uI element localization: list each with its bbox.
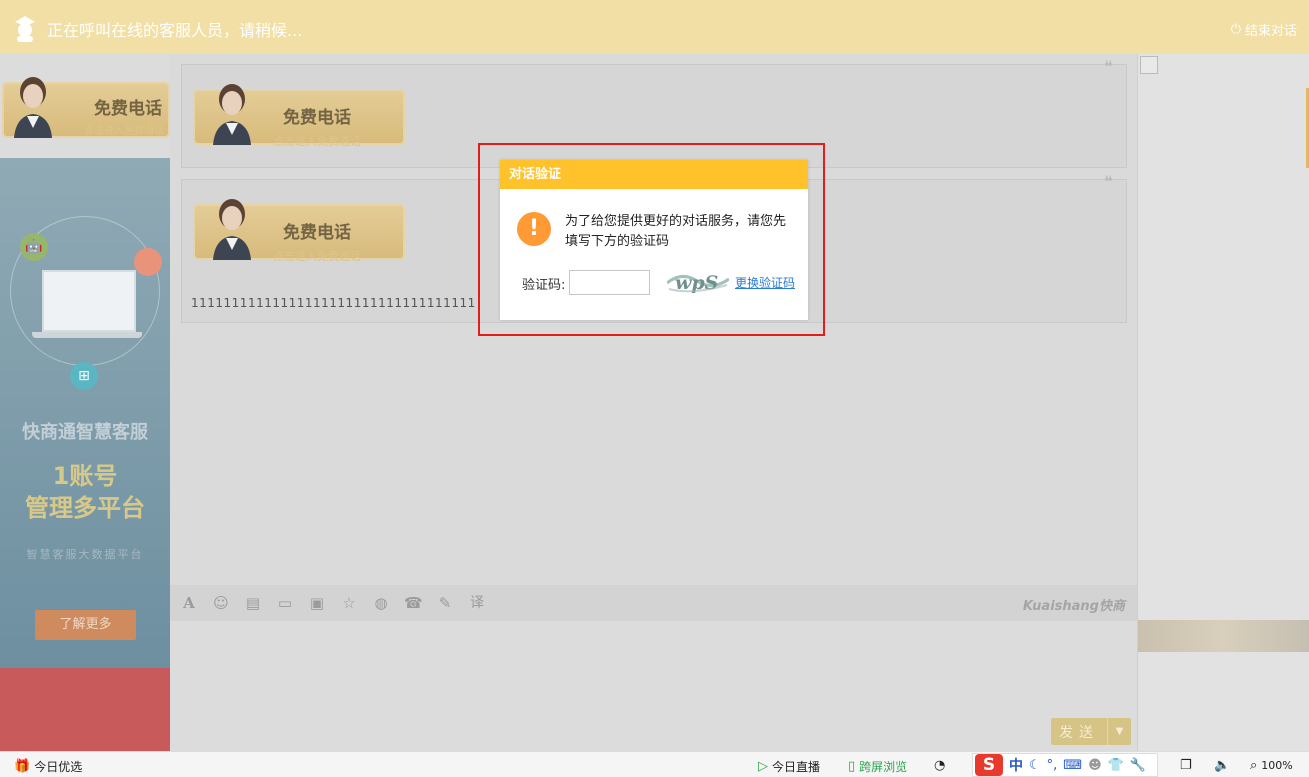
free-call-title: 免费电话 xyxy=(94,99,162,119)
free-call-title: 免费电话 xyxy=(283,223,351,243)
emoji-icon[interactable]: ☺ xyxy=(212,594,230,612)
print-icon[interactable]: ▤ xyxy=(244,594,262,612)
promo-headline: 快商通智慧客服 xyxy=(22,422,148,443)
learn-more-button[interactable]: 了解更多 xyxy=(35,610,136,640)
captcha-image[interactable]: wpS xyxy=(667,269,729,295)
left-sidebar: 免费电话 点击进入免费通话 🤖 ⊞ 快商通智慧客服 1账号 管理多平台 智慧客服… xyxy=(0,54,170,751)
note-icon[interactable]: ✎ xyxy=(436,594,454,612)
zoom-control[interactable]: ⌕ 100% xyxy=(1250,758,1293,773)
chat-header: 正在呼叫在线的客服人员，请稍候... ⏻ 结束对话 xyxy=(0,0,1309,54)
promo-slogan-line1: 1账号 xyxy=(52,462,118,490)
laptop-illustration xyxy=(42,270,136,332)
android-icon: 🤖 xyxy=(20,233,48,261)
brand-logo: Kuaishang快商 xyxy=(1022,599,1125,614)
gift-icon: 🎁 xyxy=(14,759,31,774)
agent-logo-icon xyxy=(15,16,35,42)
send-label: 发送 xyxy=(1059,724,1099,741)
cross-screen-label: 跨屏浏览 xyxy=(859,760,908,774)
cross-screen-button[interactable]: ▯ 跨屏浏览 xyxy=(848,758,907,775)
message-input[interactable]: 发送 ▼ xyxy=(170,621,1137,751)
free-call-button[interactable]: 免费电话 点击进入免费通话 xyxy=(193,77,405,148)
free-call-subtitle: 点击进入免费通话 xyxy=(273,135,361,148)
star-icon[interactable]: ☆ xyxy=(340,594,358,612)
power-icon: ⏻ xyxy=(1230,22,1241,37)
apple-icon xyxy=(134,248,162,276)
screenshot-icon[interactable]: ◍ xyxy=(372,594,390,612)
windows-icon: ⊞ xyxy=(70,362,98,390)
today-picks-button[interactable]: 🎁 今日优选 xyxy=(14,758,82,775)
free-call-subtitle: 点击进入免费通话 xyxy=(84,126,164,137)
laptop-base xyxy=(32,332,142,338)
agent-avatar-icon xyxy=(14,77,52,138)
free-call-button[interactable]: 免费电话 点击进入免费通话 xyxy=(193,192,405,263)
image-icon[interactable]: ▣ xyxy=(308,594,326,612)
captcha-input[interactable] xyxy=(569,270,650,295)
phone-icon[interactable]: ☎ xyxy=(404,594,423,612)
punctuation-icon[interactable]: °, xyxy=(1047,758,1058,773)
window-icon[interactable]: ❐ xyxy=(1180,758,1192,773)
play-icon: ▷ xyxy=(758,759,768,774)
end-chat-label: 结束对话 xyxy=(1244,24,1297,39)
dialog-message: 为了给您提供更好的对话服务，请您先填写下方的验证码 xyxy=(565,214,787,249)
zoom-icon: ⌕ xyxy=(1250,758,1258,773)
font-icon[interactable]: A xyxy=(180,594,198,612)
sidebar-free-call-button[interactable]: 免费电话 点击进入免费通话 xyxy=(2,70,170,138)
mobile-icon: ▯ xyxy=(848,759,856,774)
agent-avatar-icon xyxy=(213,199,251,260)
promo-slogan: 1账号 管理多平台 xyxy=(0,460,170,524)
broken-image-icon xyxy=(1140,56,1158,74)
promo-tagline: 智慧客服大数据平台 xyxy=(26,548,144,561)
agent-avatar-icon xyxy=(213,84,251,145)
message-text: 11111111111111111111111111111111111 xyxy=(191,296,476,310)
browser-statusbar: 🎁 今日优选 ▷ 今日直播 ▯ 跨屏浏览 ◔ S 中 ☾ °, ⌨ ☻ 👕 🔧 … xyxy=(0,751,1309,777)
free-call-title: 免费电话 xyxy=(283,108,351,128)
send-options-icon[interactable]: ▼ xyxy=(1107,718,1131,745)
promo-banner[interactable]: 🤖 ⊞ 快商通智慧客服 1账号 管理多平台 智慧客服大数据平台 了解更多 xyxy=(0,158,170,668)
verification-dialog: 对话验证 ! 为了给您提供更好的对话服务，请您先填写下方的验证码 验证码: wp… xyxy=(500,160,808,320)
refresh-captcha-link[interactable]: 更换验证码 xyxy=(735,274,795,291)
today-live-button[interactable]: ▷ 今日直播 xyxy=(758,758,820,775)
translate-icon[interactable]: 译 xyxy=(468,594,486,612)
today-live-label: 今日直播 xyxy=(772,760,821,774)
today-picks-label: 今日优选 xyxy=(34,760,83,774)
ime-mode[interactable]: 中 xyxy=(1009,755,1023,775)
warning-icon: ! xyxy=(517,212,551,246)
send-button[interactable]: 发送 ▼ xyxy=(1051,718,1131,745)
end-chat-button[interactable]: ⏻ 结束对话 xyxy=(1231,20,1297,39)
captcha-label: 验证码: xyxy=(522,278,566,293)
quote-icon[interactable]: ❝ xyxy=(1104,172,1130,194)
promo-slogan-line2: 管理多平台 xyxy=(25,494,145,522)
quote-icon[interactable]: ❝ xyxy=(1104,57,1130,79)
zoom-level: 100% xyxy=(1261,759,1293,772)
connecting-status: 正在呼叫在线的客服人员，请稍候... xyxy=(47,21,303,40)
ime-toolbar: S 中 ☾ °, ⌨ ☻ 👕 🔧 xyxy=(972,753,1158,777)
folder-icon[interactable]: ▭ xyxy=(276,594,294,612)
volume-icon[interactable]: 🔈 xyxy=(1214,758,1230,773)
dialog-title: 对话验证 xyxy=(500,160,808,189)
right-panel xyxy=(1137,54,1309,751)
keyboard-icon[interactable]: ⌨ xyxy=(1063,758,1082,773)
moon-icon[interactable]: ☾ xyxy=(1029,758,1041,773)
red-panel xyxy=(0,668,170,751)
skin-icon[interactable]: 👕 xyxy=(1108,758,1124,773)
wrench-icon[interactable]: 🔧 xyxy=(1130,758,1146,773)
chat-toolbar: A ☺ ▤ ▭ ▣ ☆ ◍ ☎ ✎ 译 Kuaishang快商 xyxy=(170,585,1137,621)
right-banner-image[interactable] xyxy=(1138,620,1309,652)
free-call-subtitle: 点击进入免费通话 xyxy=(273,250,361,263)
user-icon[interactable]: ☻ xyxy=(1088,758,1102,773)
speed-icon[interactable]: ◔ xyxy=(934,758,945,773)
sogou-icon[interactable]: S xyxy=(975,754,1003,776)
